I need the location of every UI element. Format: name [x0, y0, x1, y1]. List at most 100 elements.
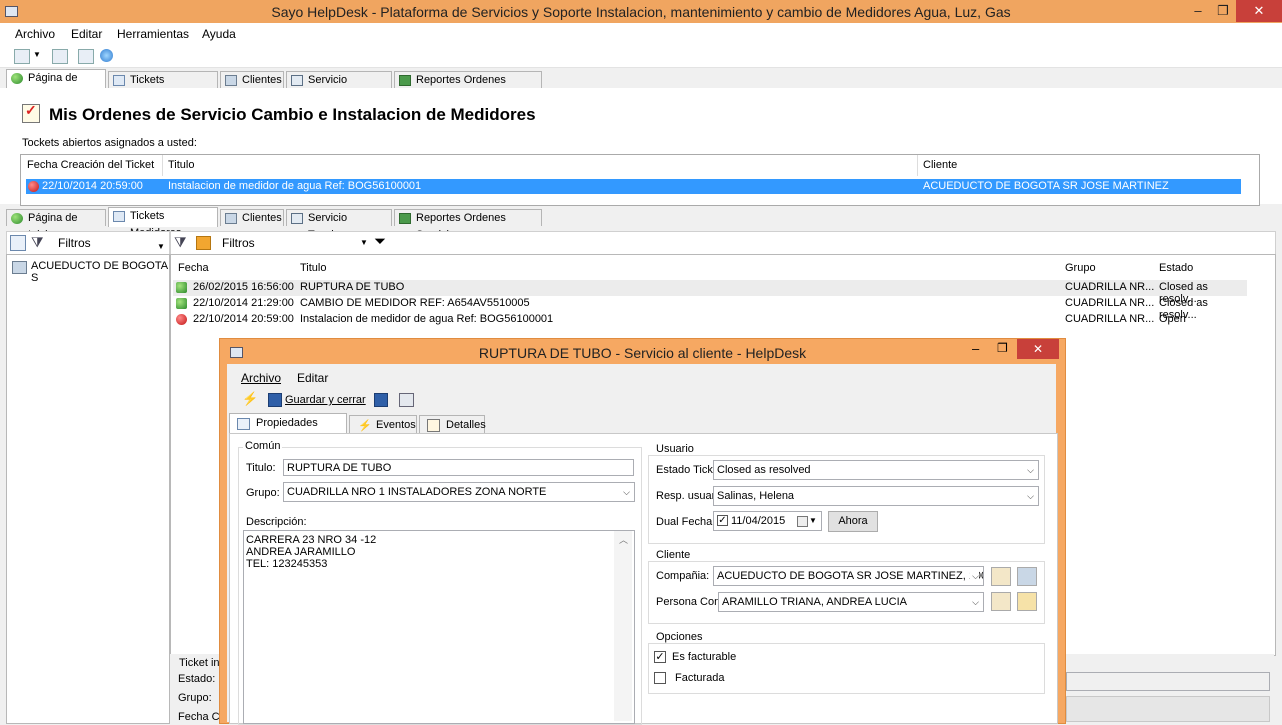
new-dropdown-icon[interactable]: ▼ [33, 50, 41, 59]
table-row[interactable]: 22/10/2014 21:29:00 CAMBIO DE MEDIDOR RE… [173, 296, 1247, 321]
tab-pagina-inicio[interactable]: Página de Inicio [6, 69, 106, 101]
row-group: CUADRILLA NR... [1065, 297, 1155, 309]
tab-servicio-tecnico[interactable]: Servicio Tecnico [286, 209, 392, 241]
info-field[interactable] [1066, 672, 1270, 691]
tab-eventos[interactable]: ⚡ Eventos [349, 415, 417, 433]
tab-clientes[interactable]: Clientes [220, 71, 284, 88]
print-icon[interactable] [78, 49, 94, 64]
filter-clear-icon[interactable]: ⧩ [174, 234, 187, 251]
tab-reportes[interactable]: Reportes Ordenes Servicio [394, 71, 542, 103]
tab-pagina-inicio[interactable]: Página de Inicio [6, 209, 106, 241]
details-icon [427, 419, 440, 432]
expand-icon[interactable]: ▼ [157, 242, 165, 251]
contact-card-button[interactable] [1017, 592, 1037, 611]
titulo-input[interactable]: RUPTURA DE TUBO [283, 459, 634, 476]
tab-detalles[interactable]: Detalles [419, 415, 486, 433]
tab-servicio-tecnico[interactable]: Servicio Tecnico [286, 71, 392, 103]
filter-dropdown-icon[interactable]: ▼ [360, 238, 368, 247]
persona-contacto-select[interactable]: ARAMILLO TRIANA, ANDREA LUCIA ⌵ [718, 592, 984, 612]
tag-icon[interactable] [196, 236, 211, 250]
close-button[interactable]: ✕ [1236, 0, 1282, 22]
row-date: 22/10/2014 20:59:00 [193, 313, 294, 325]
new-folder-icon[interactable] [10, 235, 26, 251]
company-details-button[interactable] [1017, 567, 1037, 586]
grupo-select[interactable]: CUADRILLA NRO 1 INSTALADORES ZONA NORTE ⌵ [283, 482, 635, 502]
col-fecha[interactable]: Fecha [178, 262, 209, 274]
table-row[interactable]: 22/10/2014 20:59:00 Instalacion de medid… [173, 312, 1247, 328]
tab-label: Detalles [446, 419, 486, 431]
tickets-tabstrip: Página de Inicio Tickets Medidores Clien… [0, 207, 1282, 241]
row-title: Instalacion de medidor de agua Ref: BOG5… [300, 313, 554, 325]
tab-propiedades-ticket[interactable]: Propiedades Ticket [229, 413, 347, 447]
save-close-button[interactable]: Guardar y cerrar [285, 394, 366, 406]
menu-archivo[interactable]: Archivo [15, 27, 55, 41]
open-status-icon [176, 314, 187, 325]
ahora-button[interactable]: Ahora [828, 511, 878, 532]
clients-icon [225, 213, 237, 224]
monitor-icon [291, 75, 303, 86]
calendar-icon[interactable] [797, 516, 808, 527]
menu-ayuda[interactable]: Ayuda [202, 27, 236, 41]
compania-label: Compañia: [656, 570, 710, 582]
chevron-down-icon[interactable]: ▼ [809, 512, 817, 530]
menu-herramientas[interactable]: Herramientas [117, 27, 189, 41]
funnel-icon[interactable]: ⏷ [374, 233, 386, 250]
menu-editar[interactable]: Editar [71, 27, 102, 41]
col-cliente[interactable]: Cliente [923, 159, 957, 171]
properties-icon [237, 418, 250, 430]
lightning-icon[interactable]: ⚡ [242, 391, 258, 407]
print-icon[interactable] [399, 393, 414, 407]
open-status-icon [28, 181, 39, 192]
tab-label: Clientes [242, 74, 282, 86]
filter-clear-icon[interactable]: ⧩ [31, 234, 44, 251]
col-titulo[interactable]: Titulo [300, 262, 327, 274]
persona-contacto-label: Persona Cont [656, 596, 718, 608]
es-facturable-checkbox[interactable]: ✓ [654, 651, 666, 663]
dialog-menu-editar[interactable]: Editar [297, 371, 328, 385]
tab-tickets-medidores[interactable]: Tickets Medidores [108, 207, 218, 239]
dual-fecha-picker[interactable]: ✓ 11/04/2015 ▼ [713, 511, 822, 531]
dialog-minimize-button[interactable]: – [972, 341, 979, 356]
tree-item-acueducto[interactable]: ACUEDUCTO DE BOGOTA S [31, 260, 169, 284]
dialog-menu-archivo[interactable]: Archivo [241, 371, 281, 385]
col-grupo[interactable]: Grupo [1065, 262, 1096, 274]
row-date: 22/10/2014 20:59:00 [42, 180, 143, 192]
tab-clientes[interactable]: Clientes [220, 209, 284, 226]
tab-tickets-medidores[interactable]: Tickets Medidores [108, 71, 218, 103]
dialog-toolbar: ⚡ Guardar y cerrar [230, 389, 1054, 411]
dialog-close-button[interactable]: ✕ [1017, 339, 1059, 359]
col-titulo[interactable]: Titulo [168, 159, 195, 171]
descripcion-label: Descripción: [246, 516, 307, 528]
row-date: 26/02/2015 16:56:00 [193, 281, 294, 293]
save-icon[interactable] [374, 393, 388, 407]
estado-ticket-select[interactable]: Closed as resolved ⌵ [713, 460, 1039, 480]
maximize-button[interactable]: ❐ [1211, 0, 1235, 22]
descripcion-textarea[interactable]: CARRERA 23 NRO 34 -12 ANDREA JARAMILLO T… [243, 530, 635, 724]
info-field[interactable] [1066, 696, 1270, 722]
date-checkbox[interactable]: ✓ [717, 515, 728, 526]
grupo-label: Grupo: [178, 692, 212, 704]
resp-usuario-select[interactable]: Salinas, Helena ⌵ [713, 486, 1039, 506]
preview-icon[interactable] [52, 49, 68, 64]
description-line: CARRERA 23 NRO 34 -12 [246, 534, 377, 546]
chevron-down-icon: ⌵ [1027, 491, 1034, 501]
scroll-up-icon[interactable]: ︿ [619, 533, 628, 546]
col-fecha-creacion[interactable]: Fecha Creación del Ticket [27, 159, 154, 171]
edit-company-button[interactable] [991, 567, 1011, 586]
description-scrollbar[interactable]: ︿ [614, 531, 632, 721]
dialog-maximize-button[interactable]: ❐ [997, 341, 1008, 355]
column-divider [917, 155, 918, 176]
table-row[interactable]: 26/02/2015 16:56:00 RUPTURA DE TUBO CUAD… [173, 280, 1247, 305]
new-icon[interactable] [14, 49, 30, 64]
grid-filter-bar: ⧩ Filtros ▼ ⏷ [170, 231, 1276, 255]
grupo-value: CUADRILLA NRO 1 INSTALADORES ZONA NORTE [287, 486, 547, 498]
edit-contact-button[interactable] [991, 592, 1011, 611]
table-row[interactable]: 22/10/2014 20:59:00 Instalacion de medid… [26, 179, 1241, 194]
compania-select[interactable]: ACUEDUCTO DE BOGOTA SR JOSE MARTINEZ, 10… [713, 566, 984, 586]
monitor-icon [291, 213, 303, 224]
tab-reportes[interactable]: Reportes Ordenes Servicio [394, 209, 542, 241]
refresh-icon[interactable] [100, 49, 113, 62]
col-estado[interactable]: Estado [1159, 262, 1193, 274]
minimize-button[interactable]: – [1186, 0, 1210, 22]
facturada-checkbox[interactable] [654, 672, 666, 684]
